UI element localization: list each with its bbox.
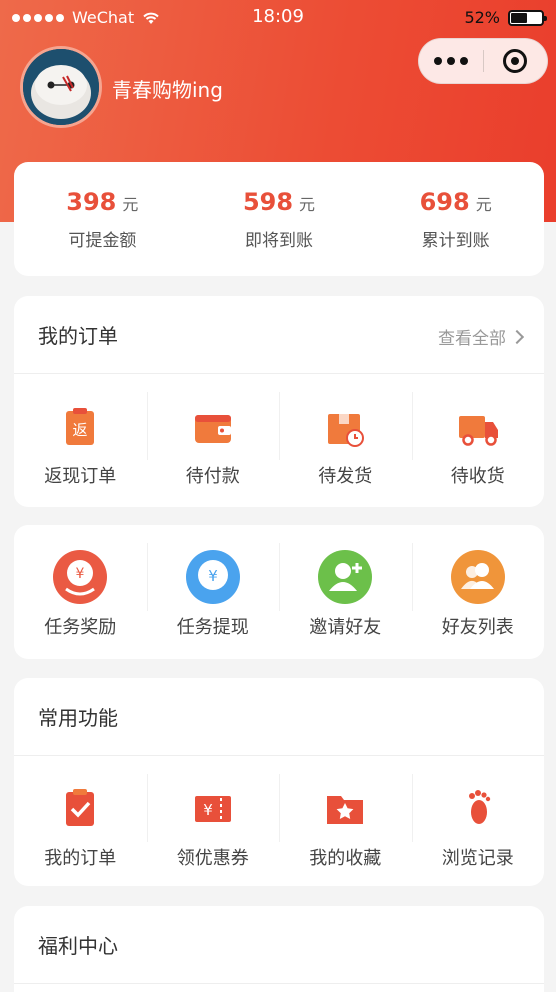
svg-text:¥: ¥ [208, 567, 218, 585]
package-pending-icon [328, 414, 365, 447]
stat-pending[interactable]: 598 元 即将到账 [191, 162, 368, 276]
see-all-label: 查看全部 [438, 329, 506, 349]
footprint-icon [468, 790, 490, 824]
robot-avatar-icon [23, 49, 99, 125]
see-all-orders-link[interactable]: 查看全部 [438, 324, 525, 349]
avatar[interactable] [20, 46, 102, 128]
order-item-unpaid[interactable]: 待付款 [146, 374, 280, 506]
status-bar: WeChat 18:09 52% [0, 0, 556, 36]
common-title: 常用功能 [38, 706, 118, 730]
chevron-right-icon [509, 329, 525, 344]
orders-title: 我的订单 [38, 324, 118, 348]
miniprogram-capsule [418, 38, 548, 84]
common-item-label: 我的收藏 [309, 848, 382, 869]
friend-list-icon [450, 550, 505, 604]
common-functions-card: 常用功能 我的订单 ¥ 领优惠券 我的收藏 浏览记录 [14, 678, 544, 886]
welfare-header: 福利中心 [14, 906, 544, 984]
stat-total[interactable]: 698 元 累计到账 [367, 162, 544, 276]
common-item-favorites[interactable]: 我的收藏 [279, 756, 412, 888]
task-withdraw-icon: ¥ [185, 550, 240, 604]
stat-label: 可提金额 [68, 231, 137, 251]
cashback-order-icon: 返 [66, 408, 95, 445]
task-item-invite[interactable]: 邀请好友 [279, 525, 412, 659]
more-menu-icon[interactable] [419, 57, 483, 65]
order-item-cashback[interactable]: 返 返现订单 [14, 374, 147, 506]
stat-unit: 元 [475, 195, 492, 214]
stat-amount: 398 [66, 188, 117, 216]
task-item-label: 邀请好友 [309, 617, 382, 638]
stat-unit: 元 [299, 195, 316, 214]
order-item-label: 返现订单 [44, 466, 117, 487]
svg-text:¥: ¥ [76, 566, 85, 582]
earnings-summary: 398 元 可提金额 598 元 即将到账 698 元 累计到账 [14, 162, 544, 276]
task-item-reward[interactable]: ¥ 任务奖励 [14, 525, 147, 659]
close-target-icon[interactable] [484, 49, 548, 73]
stat-amount: 698 [419, 188, 470, 216]
user-nickname[interactable]: 青春购物ing [112, 74, 223, 103]
task-item-label: 任务提现 [176, 617, 249, 638]
common-item-label: 浏览记录 [441, 848, 514, 869]
common-item-label: 我的订单 [44, 848, 117, 869]
order-item-label: 待付款 [185, 466, 240, 487]
stat-label: 累计到账 [421, 231, 490, 251]
order-item-label: 待发货 [318, 466, 373, 487]
order-item-to-ship[interactable]: 待发货 [279, 374, 412, 506]
order-item-label: 待收货 [450, 466, 505, 487]
common-item-label: 领优惠券 [176, 848, 249, 869]
common-item-history[interactable]: 浏览记录 [411, 756, 545, 888]
order-clipboard-icon [66, 789, 95, 826]
order-item-to-receive[interactable]: 待收货 [411, 374, 545, 506]
tasks-card: ¥ 任务奖励 ¥ 任务提现 邀请好友 好友列表 [14, 525, 544, 659]
svg-text:¥: ¥ [203, 801, 213, 819]
common-header: 常用功能 [14, 678, 544, 756]
orders-header: 我的订单 查看全部 [14, 296, 544, 374]
wallet-icon [194, 415, 231, 443]
battery-percent: 52% [464, 8, 500, 27]
stat-withdrawable[interactable]: 398 元 可提金额 [14, 162, 191, 276]
battery-icon [508, 9, 547, 26]
favorites-icon [327, 796, 364, 824]
task-item-friends[interactable]: 好友列表 [411, 525, 545, 659]
delivery-truck-icon [458, 416, 498, 446]
task-item-label: 任务奖励 [44, 617, 117, 638]
stat-label: 即将到账 [245, 231, 313, 251]
task-reward-icon: ¥ [53, 550, 108, 604]
stat-unit: 元 [122, 195, 139, 214]
welfare-center-card: 福利中心 [14, 906, 544, 992]
svg-text:返: 返 [73, 421, 88, 439]
invite-friend-icon [318, 550, 373, 604]
welfare-title: 福利中心 [38, 934, 118, 958]
stat-amount: 598 [242, 188, 294, 216]
task-item-label: 好友列表 [441, 617, 514, 638]
task-item-withdraw[interactable]: ¥ 任务提现 [146, 525, 280, 659]
my-orders-card: 我的订单 查看全部 返 返现订单 待付款 待发货 待收货 [14, 296, 544, 507]
common-item-coupons[interactable]: ¥ 领优惠券 [146, 756, 280, 888]
common-item-orders[interactable]: 我的订单 [14, 756, 147, 888]
coupon-icon: ¥ [194, 796, 231, 822]
